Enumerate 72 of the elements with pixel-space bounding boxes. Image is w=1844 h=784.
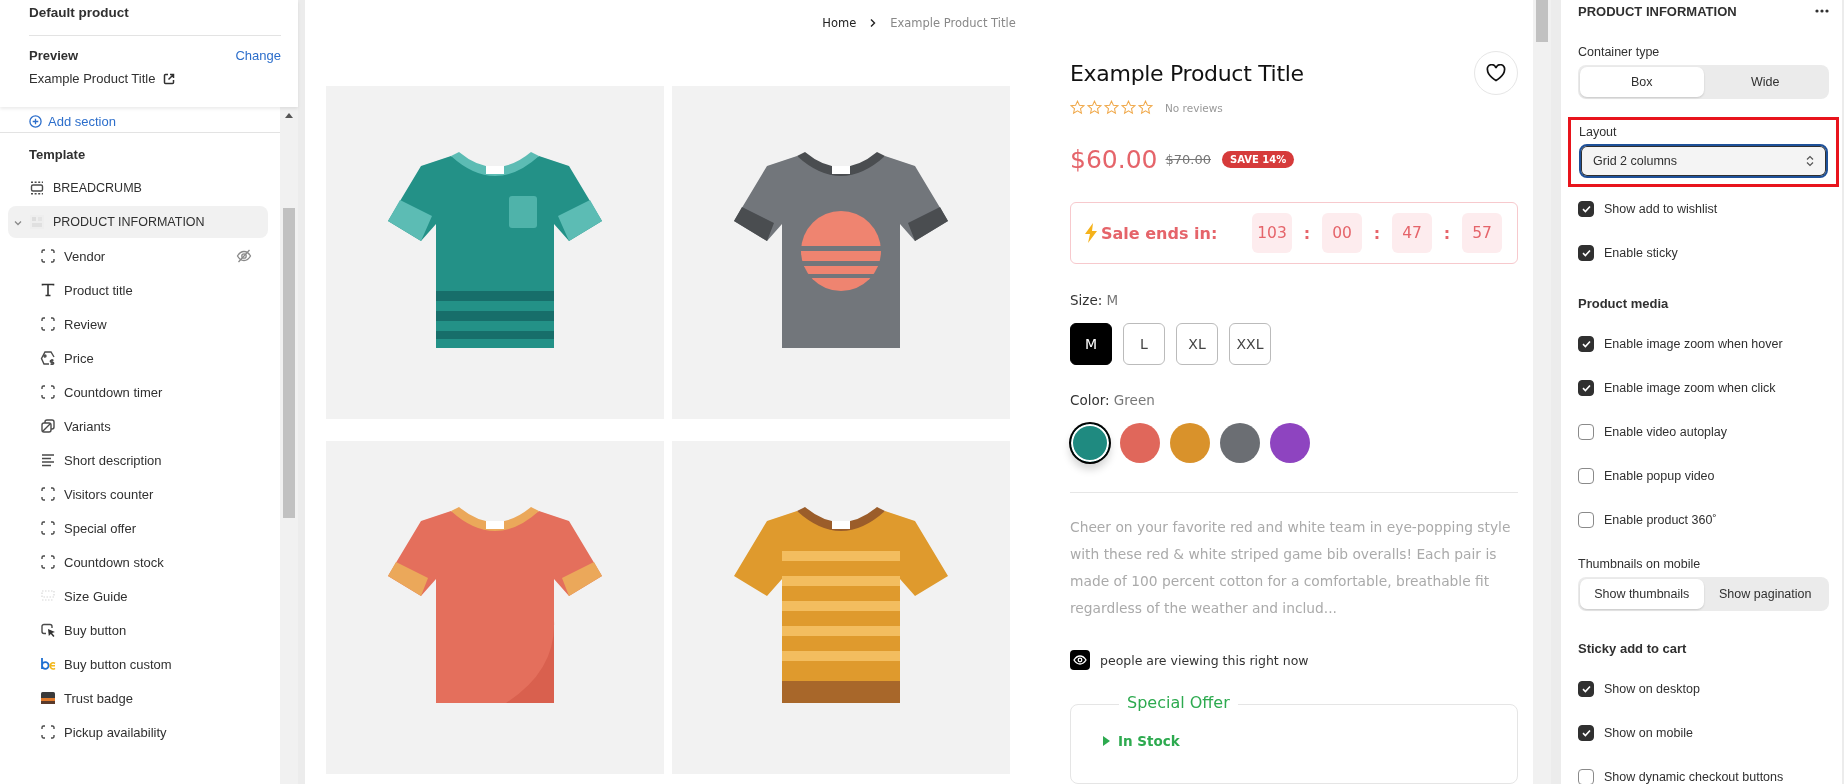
size-option[interactable]: L bbox=[1123, 323, 1165, 365]
time-unit: 47 bbox=[1392, 213, 1432, 253]
field-label: Thumbnails on mobile bbox=[1578, 556, 1702, 572]
option-value: M bbox=[1106, 292, 1119, 308]
template-heading: Template bbox=[28, 146, 87, 164]
product-description: Cheer on your favorite red and white team in eye-popping style with these red & white striped game bib overalls! Each pair is made of 100 percent cotton for a comfortable, breathable fit regardless of the weather and includ... bbox=[1070, 518, 1512, 618]
time-separator: : bbox=[1302, 223, 1312, 243]
breadcrumb-link[interactable]: Home bbox=[822, 15, 857, 30]
section-label: Preview bbox=[29, 48, 79, 63]
tree-item[interactable]: Countdown stock bbox=[0, 546, 260, 578]
tree-item[interactable]: Size Guide bbox=[0, 580, 260, 612]
checkbox-label: Show on desktop bbox=[1604, 682, 1700, 696]
option-value: Green bbox=[1113, 392, 1155, 408]
product-title: Example Product Title bbox=[1070, 60, 1304, 86]
tree-item[interactable]: Buy button bbox=[0, 614, 260, 646]
breadcrumb-link[interactable]: Example Product Title bbox=[890, 15, 1016, 30]
section-heading: Product media bbox=[1578, 295, 1670, 313]
size-option[interactable]: XXL bbox=[1229, 323, 1271, 365]
time-separator: : bbox=[1372, 223, 1382, 243]
segment-option[interactable]: Wide bbox=[1703, 67, 1827, 97]
change-link[interactable]: Change bbox=[235, 48, 281, 63]
checkbox-label: Enable image zoom when hover bbox=[1604, 337, 1783, 351]
panel-title: PRODUCT INFORMATION bbox=[1578, 3, 1737, 19]
tree-item[interactable]: Countdown timer bbox=[0, 376, 260, 408]
checkbox-label: Show on mobile bbox=[1604, 726, 1693, 740]
field-label: Layout bbox=[1579, 124, 1618, 140]
offer-title: Special Offer bbox=[1119, 693, 1238, 712]
tree-item[interactable]: Product title bbox=[0, 274, 260, 306]
tree-item[interactable]: Special offer bbox=[0, 512, 260, 544]
segment-option[interactable]: Box bbox=[1580, 67, 1704, 97]
tree-item[interactable]: PRODUCT INFORMATION bbox=[8, 206, 268, 238]
sale-price: $60.00 bbox=[1070, 145, 1158, 174]
checkbox-label: Enable product 360˚ bbox=[1604, 513, 1717, 527]
segment-option[interactable]: Show pagination bbox=[1703, 579, 1827, 609]
time-unit: 00 bbox=[1322, 213, 1362, 253]
tree-item[interactable]: Pickup availability bbox=[0, 716, 260, 748]
tree-item[interactable]: Vendor bbox=[0, 240, 260, 272]
time-unit: 57 bbox=[1462, 213, 1502, 253]
size-option[interactable]: XL bbox=[1176, 323, 1218, 365]
layout-select[interactable]: Grid 2 columns bbox=[1579, 144, 1828, 178]
review-count: No reviews bbox=[1165, 101, 1223, 114]
tree-item[interactable]: Review bbox=[0, 308, 260, 340]
option-label: Size: bbox=[1070, 292, 1103, 308]
segment-option[interactable]: Show thumbnails bbox=[1580, 579, 1704, 609]
tree-item[interactable]: BREADCRUMB bbox=[8, 172, 268, 204]
checkbox-label: Show dynamic checkout buttons bbox=[1604, 770, 1784, 784]
add-section-link[interactable]: Add section bbox=[48, 114, 116, 129]
checkbox-label: Enable popup video bbox=[1604, 469, 1715, 483]
countdown-label: Sale ends in: bbox=[1101, 223, 1218, 243]
field-label: Container type bbox=[1578, 44, 1661, 60]
discount-badge: SAVE 14% bbox=[1222, 151, 1295, 168]
checkbox-label: Enable video autoplay bbox=[1604, 425, 1727, 439]
time-unit: 103 bbox=[1252, 213, 1292, 253]
tree-item[interactable]: Price bbox=[0, 342, 260, 374]
tree-item[interactable]: Trust badge bbox=[0, 682, 260, 714]
time-separator: : bbox=[1442, 223, 1452, 243]
checkbox-label: Show add to wishlist bbox=[1604, 202, 1718, 216]
tree-item[interactable]: Visitors counter bbox=[0, 478, 260, 510]
sidebar-title: Default product bbox=[29, 4, 130, 22]
offer-item: In Stock bbox=[1118, 733, 1180, 749]
compare-price: $70.00 bbox=[1165, 152, 1211, 167]
select-value: Grid 2 columns bbox=[1593, 154, 1678, 168]
tree-item[interactable]: Buy button custom bbox=[0, 648, 260, 680]
size-option[interactable]: M bbox=[1070, 323, 1112, 365]
tree-item[interactable]: Variants bbox=[0, 410, 260, 442]
checkbox-label: Enable sticky bbox=[1604, 246, 1678, 260]
preview-product: Example Product Title bbox=[29, 71, 156, 86]
tree-item[interactable]: Short description bbox=[0, 444, 260, 476]
viewers-text: people are viewing this right now bbox=[1100, 652, 1309, 668]
section-heading: Sticky add to cart bbox=[1578, 640, 1688, 658]
checkbox-label: Enable image zoom when click bbox=[1604, 381, 1776, 395]
option-label: Color: bbox=[1070, 392, 1110, 408]
